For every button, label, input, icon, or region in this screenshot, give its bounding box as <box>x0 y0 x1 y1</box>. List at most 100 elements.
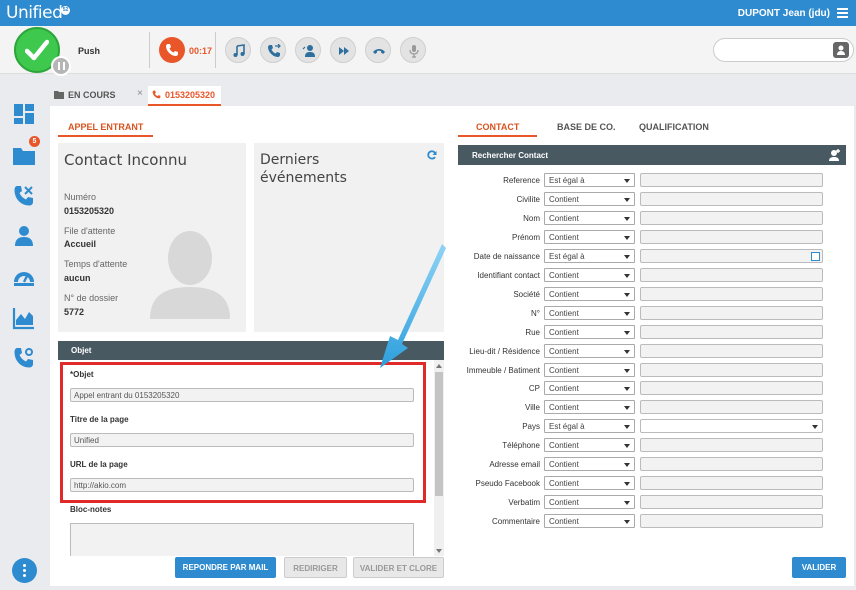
country-select[interactable] <box>640 419 823 433</box>
objet-section-header: Objet <box>58 341 444 360</box>
pause-button[interactable] <box>51 56 71 76</box>
phone-settings-icon[interactable] <box>12 346 36 370</box>
objet-scrollbar[interactable] <box>434 360 444 556</box>
scroll-up-icon[interactable] <box>436 364 442 368</box>
search-operator-select[interactable]: Contient <box>544 344 635 358</box>
search-operator-select[interactable]: Contient <box>544 457 635 471</box>
search-row-label: Identifiant contact <box>477 271 540 280</box>
mute-microphone-button[interactable] <box>400 37 426 63</box>
tab-base-de-connaissance[interactable]: BASE DE CO. <box>557 122 616 135</box>
page-title-input[interactable]: Unified <box>70 433 414 447</box>
end-call-button[interactable] <box>365 37 391 63</box>
search-value-input[interactable] <box>640 173 823 187</box>
calendar-icon[interactable] <box>811 252 820 261</box>
contact-card-icon[interactable] <box>833 42 849 58</box>
page-url-input[interactable]: http://akio.com <box>70 478 414 492</box>
gauge-icon[interactable] <box>12 265 36 289</box>
refresh-icon[interactable] <box>427 150 437 160</box>
tab-contact[interactable]: CONTACT <box>458 122 538 137</box>
scroll-thumb[interactable] <box>435 372 443 496</box>
search-operator-select[interactable]: Contient <box>544 287 635 301</box>
search-row-label: Nom <box>523 214 540 223</box>
forward-call-button[interactable] <box>330 37 356 63</box>
search-operator-select[interactable]: Est égal à <box>544 249 635 263</box>
search-row-label: Civilite <box>516 195 540 204</box>
tab-appel-entrant[interactable]: APPEL ENTRANT <box>58 122 154 137</box>
contact-card: Contact Inconnu Numéro 0153205320 File d… <box>58 143 246 332</box>
search-operator-select[interactable]: Contient <box>544 211 635 225</box>
folder-icon[interactable] <box>12 144 36 168</box>
search-value-input[interactable] <box>640 438 823 452</box>
search-operator-select[interactable]: Contient <box>544 363 635 377</box>
search-value-input[interactable] <box>640 495 823 509</box>
user-icon[interactable] <box>12 224 36 248</box>
validate-search-button[interactable]: VALIDER <box>792 557 846 578</box>
tab-active-call[interactable]: 0153205320 <box>148 86 222 106</box>
pause-icon <box>58 62 60 70</box>
add-contact-icon[interactable] <box>827 148 841 162</box>
notes-textarea[interactable] <box>70 523 414 556</box>
transfer-call-button[interactable] <box>260 37 286 63</box>
close-tab-button[interactable]: × <box>137 88 143 99</box>
reply-by-mail-button[interactable]: REPONDRE PAR MAIL <box>175 557 276 578</box>
fast-forward-icon <box>339 47 349 55</box>
events-title: Derniers événements <box>260 152 347 186</box>
search-row: Téléphone Contient <box>458 438 846 453</box>
search-value-input[interactable] <box>640 476 823 490</box>
music-on-hold-button[interactable] <box>225 37 251 63</box>
search-operator-select[interactable]: Contient <box>544 192 635 206</box>
search-value-input[interactable] <box>640 192 823 206</box>
objet-input[interactable]: Appel entrant du 0153205320 <box>70 388 414 402</box>
search-row: Pseudo Facebook Contient <box>458 476 846 491</box>
numero-value: 0153205320 <box>64 206 115 216</box>
call-transfer-icon[interactable] <box>12 184 36 208</box>
search-value-input[interactable] <box>640 249 823 263</box>
search-operator-select[interactable]: Contient <box>544 438 635 452</box>
dashboard-icon[interactable] <box>12 102 36 126</box>
tab-qualification[interactable]: QUALIFICATION <box>639 122 709 135</box>
global-search-input[interactable] <box>713 38 854 62</box>
scroll-down-icon[interactable] <box>436 549 442 553</box>
notes-label: Bloc-notes <box>70 505 112 514</box>
search-operator-select[interactable]: Contient <box>544 495 635 509</box>
search-value-input[interactable] <box>640 268 823 282</box>
case-number-value: 5772 <box>64 307 85 317</box>
divider <box>149 32 150 68</box>
hamburger-menu-icon[interactable] <box>837 8 848 18</box>
chart-icon[interactable] <box>12 306 36 330</box>
search-value-input[interactable] <box>640 211 823 225</box>
music-icon <box>233 44 245 57</box>
consult-agent-button[interactable] <box>295 37 321 63</box>
more-options-button[interactable] <box>12 558 37 583</box>
user-name[interactable]: DUPONT Jean (jdu) <box>738 8 830 19</box>
search-value-input[interactable] <box>640 230 823 244</box>
search-row-label: Prénom <box>511 233 540 242</box>
search-row: Date de naissance Est égal à <box>458 249 846 264</box>
search-value-input[interactable] <box>640 400 823 414</box>
search-value-input[interactable] <box>640 381 823 395</box>
search-operator-select[interactable]: Est égal à <box>544 419 635 433</box>
search-operator-select[interactable]: Contient <box>544 400 635 414</box>
search-operator-select[interactable]: Contient <box>544 514 635 528</box>
microphone-icon <box>409 45 419 58</box>
search-operator-select[interactable]: Contient <box>544 325 635 339</box>
search-value-input[interactable] <box>640 457 823 471</box>
search-value-input[interactable] <box>640 363 823 377</box>
search-operator-select[interactable]: Contient <box>544 268 635 282</box>
search-value-input[interactable] <box>640 344 823 358</box>
case-number-label: N° de dossier <box>64 293 119 303</box>
validate-close-button[interactable]: VALIDER ET CLORE <box>353 557 444 578</box>
search-value-input[interactable] <box>640 514 823 528</box>
search-operator-select[interactable]: Est égal à <box>544 173 635 187</box>
search-operator-select[interactable]: Contient <box>544 230 635 244</box>
tab-en-cours[interactable]: EN COURS <box>54 90 116 100</box>
hangup-call-button[interactable] <box>159 37 185 63</box>
redirect-button[interactable]: REDIRIGER <box>284 557 347 578</box>
search-operator-select[interactable]: Contient <box>544 381 635 395</box>
search-operator-select[interactable]: Contient <box>544 306 635 320</box>
search-value-input[interactable] <box>640 306 823 320</box>
search-operator-select[interactable]: Contient <box>544 476 635 490</box>
numero-label: Numéro <box>64 192 97 202</box>
search-value-input[interactable] <box>640 325 823 339</box>
search-value-input[interactable] <box>640 287 823 301</box>
